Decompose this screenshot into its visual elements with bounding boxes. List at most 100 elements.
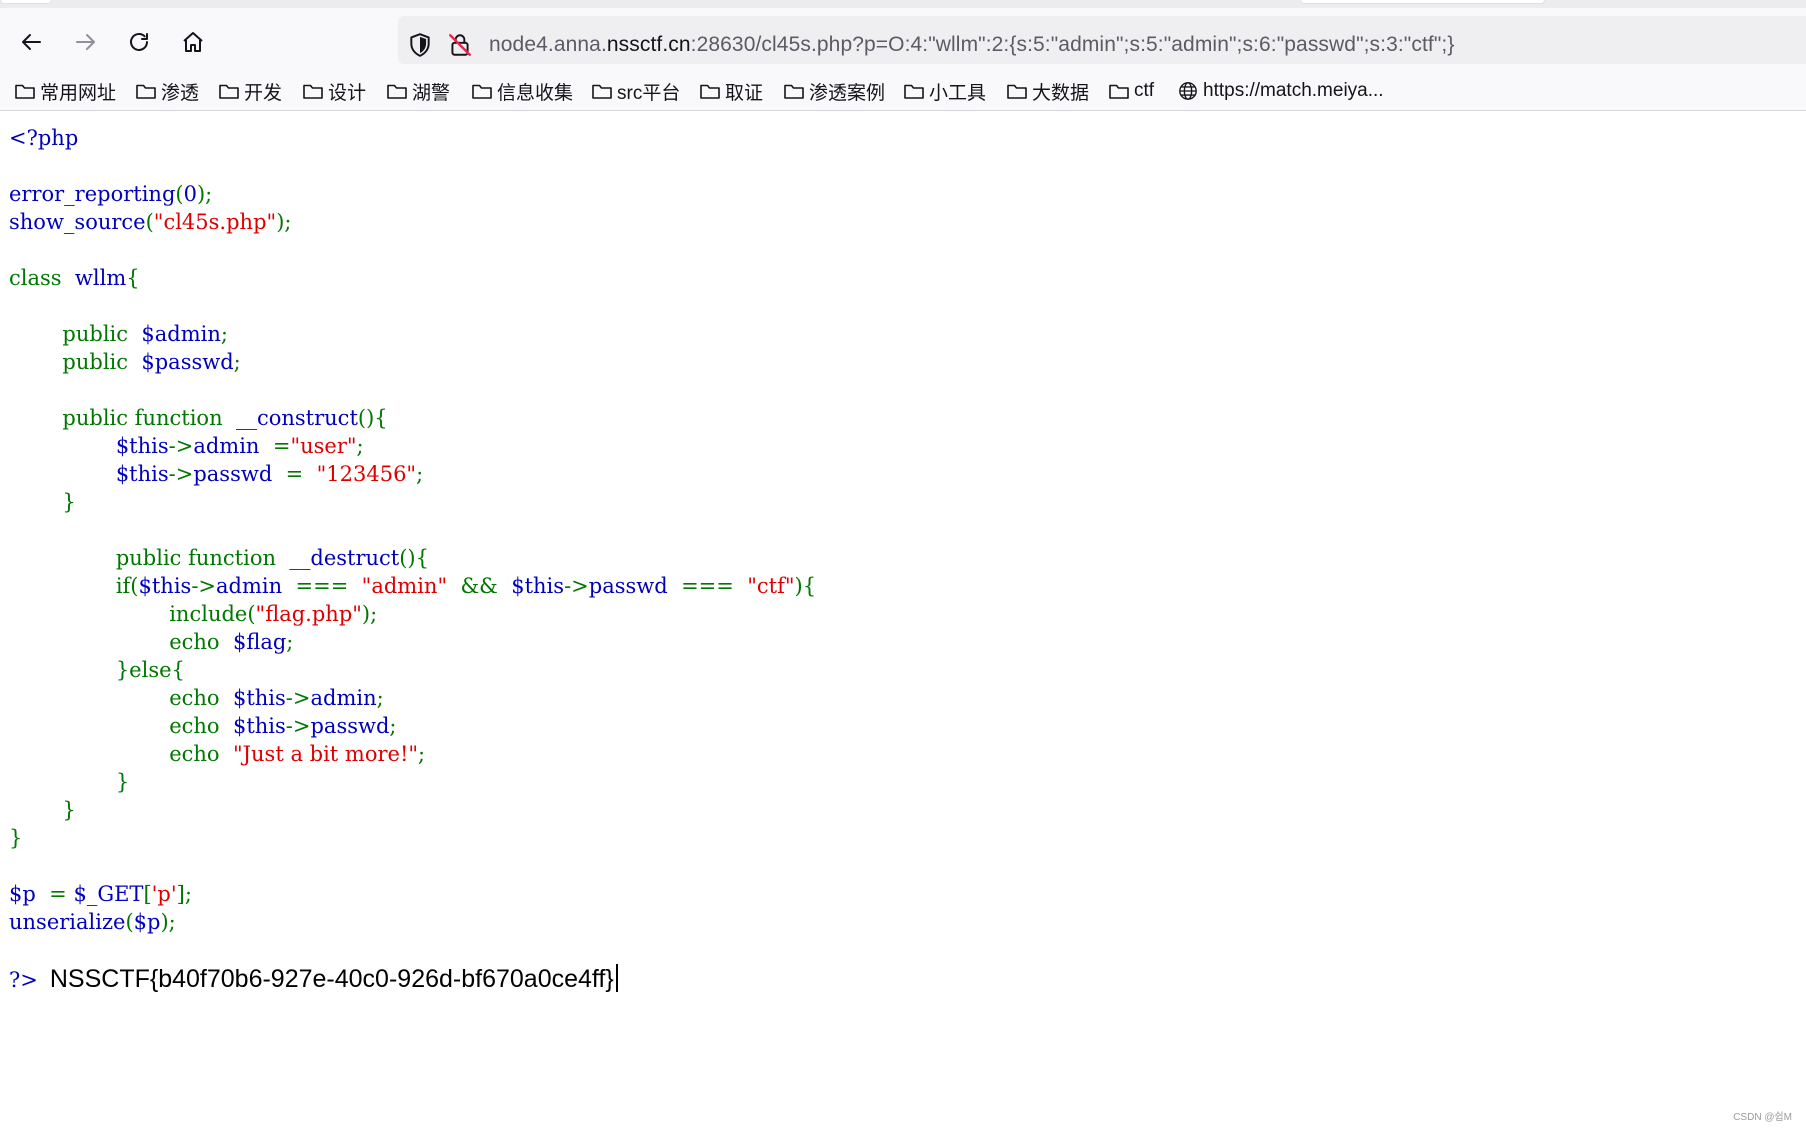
code-token: 'p'	[151, 882, 177, 906]
tab-previous[interactable]	[0, 0, 52, 4]
home-button[interactable]	[175, 24, 211, 60]
code-token: );	[160, 910, 176, 934]
bookmark-folder-取证[interactable]: 取证	[699, 72, 763, 110]
code-token: ){	[794, 574, 817, 598]
php-output-line: ?> NSSCTF{b40f70b6-927e-40c0-926d-bf670a0…	[9, 963, 618, 995]
code-token: ->	[564, 574, 589, 598]
code-token: ;	[233, 350, 241, 374]
folder-icon	[784, 84, 804, 99]
tab-next[interactable]	[1300, 0, 1545, 4]
folder-icon	[904, 84, 924, 99]
bookmark-folder-湖警[interactable]: 湖警	[386, 72, 450, 110]
code-token: "ctf"	[747, 574, 795, 598]
back-button[interactable]	[14, 24, 50, 60]
code-token: include	[169, 602, 248, 626]
code-token: passwd	[193, 462, 273, 486]
code-token: echo	[169, 714, 227, 738]
bookmarks-toolbar: 常用网址 渗透 开发 设计 湖警 信息收集 src平台 取证 渗透案例 小工具 …	[0, 72, 1806, 111]
code-token: }	[62, 490, 76, 514]
url-domain: nssctf.cn	[606, 33, 691, 56]
url-text[interactable]: node4.anna.nssctf.cn:28630/cl45s.php?p=O…	[489, 30, 1454, 60]
code-token: [	[143, 882, 152, 906]
code-token: $flag	[232, 630, 287, 654]
code-token: ->	[285, 714, 311, 738]
code-token: echo	[169, 686, 227, 710]
folder-icon	[472, 84, 492, 99]
code-token: public function	[115, 546, 283, 570]
code-token: wllm	[74, 266, 127, 290]
reload-icon	[130, 33, 148, 51]
bookmark-folder-ctf[interactable]: ctf	[1108, 72, 1154, 110]
bookmark-label: 开发	[244, 82, 283, 104]
code-token: admin	[216, 574, 283, 598]
bookmark-label: 小工具	[929, 82, 987, 104]
bookmark-folder-设计[interactable]: 设计	[302, 72, 366, 110]
folder-icon	[303, 84, 323, 99]
code-token: show_source	[9, 210, 146, 234]
home-icon	[183, 32, 203, 52]
code-token: (	[125, 910, 134, 934]
code-token: ;	[389, 714, 397, 738]
bookmark-folder-信息收集[interactable]: 信息收集	[471, 72, 573, 110]
bookmark-folder-大数据[interactable]: 大数据	[1006, 72, 1089, 110]
bookmark-folder-常用网址[interactable]: 常用网址	[14, 72, 116, 110]
code-token: ->	[191, 574, 217, 598]
code-token: $admin	[141, 322, 221, 346]
code-token: (	[247, 602, 256, 626]
code-token: $this	[232, 686, 286, 710]
code-token: ===	[288, 574, 355, 598]
code-token: ;	[356, 434, 364, 458]
code-token: echo	[169, 742, 227, 766]
bookmark-label: src平台	[617, 82, 681, 104]
bookmark-label: ctf	[1134, 80, 1155, 101]
code-token: =	[266, 434, 291, 458]
folder-icon	[700, 84, 720, 99]
code-token: $this	[511, 574, 565, 598]
code-token: unserialize	[9, 910, 126, 934]
code-token: $this	[115, 434, 169, 458]
code-token: ;	[220, 322, 228, 346]
bookmark-label: 信息收集	[497, 82, 574, 104]
code-token: "flag.php"	[255, 602, 362, 626]
folder-icon	[219, 84, 239, 99]
tracking-protection-shield-icon[interactable]	[407, 32, 433, 58]
code-token: ===	[674, 574, 741, 598]
code-token: "Just a bit more!"	[232, 742, 419, 766]
bookmark-folder-小工具[interactable]: 小工具	[903, 72, 986, 110]
watermark: CSDN @쉽M	[1733, 1112, 1792, 1123]
globe-icon	[1179, 82, 1197, 100]
code-token: (	[145, 210, 154, 234]
bookmark-label: 湖警	[412, 82, 451, 104]
folder-icon	[592, 84, 612, 99]
bookmark-folder-渗透[interactable]: 渗透	[135, 72, 199, 110]
code-token: $p	[133, 910, 161, 934]
code-token: }	[9, 826, 23, 850]
code-token: ->	[168, 434, 194, 458]
code-token: );	[361, 602, 378, 626]
bookmark-folder-开发[interactable]: 开发	[218, 72, 282, 110]
php-close-tag: ?>	[9, 968, 38, 992]
bookmark-label: 大数据	[1032, 82, 1090, 104]
bookmark-link-match-meiya[interactable]: https://match.meiya...	[1177, 72, 1384, 110]
code-token: (){	[399, 546, 429, 570]
bookmark-folder-src平台[interactable]: src平台	[591, 72, 680, 110]
code-token: 0	[183, 182, 197, 206]
code-token: echo	[169, 630, 227, 654]
code-token: __destruct	[289, 546, 400, 570]
reload-button[interactable]	[121, 24, 157, 60]
code-token: admin	[310, 686, 377, 710]
code-token: ;	[376, 686, 384, 710]
url-path: :28630/cl45s.php?p=O:4:"wllm":2:{s:5:"ad…	[690, 33, 1455, 56]
code-token: }	[115, 770, 130, 794]
code-token: $this	[138, 574, 192, 598]
code-token: passwd	[310, 714, 390, 738]
flag-output-text[interactable]: NSSCTF{b40f70b6-927e-40c0-926d-bf670a0ce…	[50, 965, 614, 993]
code-token: "user"	[290, 434, 357, 458]
folder-icon	[1007, 84, 1027, 99]
code-token: ;	[418, 742, 426, 766]
insecure-lock-icon[interactable]	[447, 32, 473, 58]
text-caret	[615, 964, 618, 992]
code-token: if(	[115, 574, 139, 598]
forward-button[interactable]	[67, 24, 103, 60]
bookmark-folder-渗透案例[interactable]: 渗透案例	[783, 72, 885, 110]
